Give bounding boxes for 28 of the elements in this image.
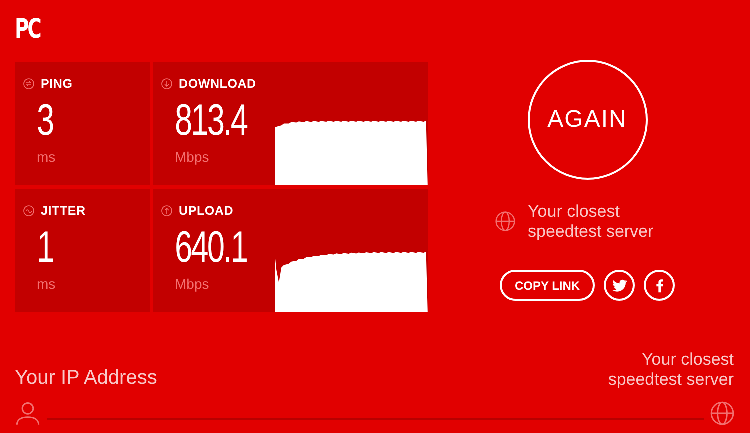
metric-unit: ms [37, 149, 57, 165]
server-label: Your closest speedtest server [607, 350, 734, 390]
download-icon [161, 78, 173, 90]
server-text: Your closest speedtest server [528, 202, 655, 242]
globe-icon [710, 400, 735, 426]
ping-icon [23, 78, 35, 90]
metric-value: 640.1 [175, 226, 248, 270]
logo: PC [15, 14, 40, 46]
wave-icon [23, 205, 35, 217]
twitter-icon [612, 278, 628, 294]
metric-unit: ms [37, 276, 57, 292]
metric-unit: Mbps [175, 276, 210, 292]
metric-label: PING [41, 77, 73, 91]
metric-label: JITTER [41, 204, 86, 218]
metric-value: 3 [37, 99, 54, 143]
upload-icon [161, 205, 173, 217]
copy-link-button[interactable]: COPY LINK [500, 270, 596, 301]
metric-label: UPLOAD [179, 204, 234, 218]
again-button[interactable]: AGAIN [528, 60, 648, 180]
metric-value: 813.4 [175, 99, 248, 143]
twitter-button[interactable] [604, 270, 636, 301]
metric-label: DOWNLOAD [179, 77, 256, 91]
globe-icon [495, 211, 516, 232]
metric-value: 1 [37, 226, 54, 270]
ip-address-label: Your IP Address [15, 367, 158, 390]
facebook-button[interactable] [644, 270, 676, 301]
person-icon [15, 400, 41, 426]
metric-unit: Mbps [175, 149, 210, 165]
